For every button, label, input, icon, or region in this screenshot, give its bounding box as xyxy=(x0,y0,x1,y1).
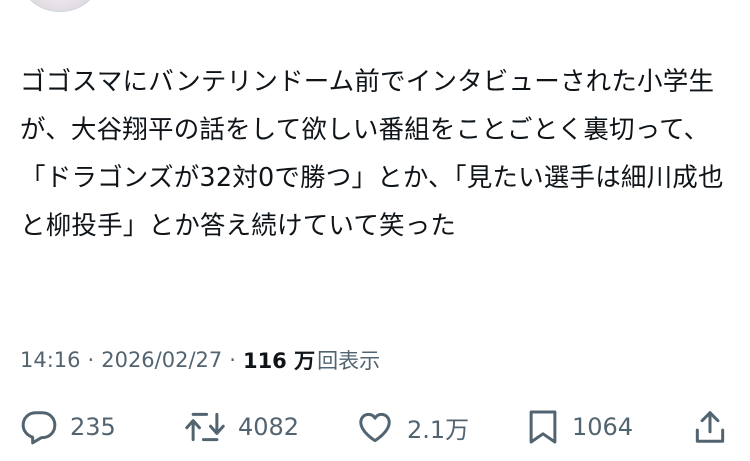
reply-count: 235 xyxy=(70,413,116,441)
bookmark-button[interactable]: 1064 xyxy=(526,404,633,450)
heart-icon xyxy=(355,408,395,446)
tweet-text: ゴゴスマにバンテリンドーム前でインタビューされた小学生が、大谷翔平の話をして欲し… xyxy=(20,67,724,241)
reply-button[interactable]: 235 xyxy=(20,404,116,450)
bookmark-icon xyxy=(526,408,560,446)
like-button[interactable]: 2.1万 xyxy=(355,404,469,450)
tweet-time[interactable]: 14:16 xyxy=(20,348,81,372)
bookmark-count: 1064 xyxy=(572,413,634,441)
views-count[interactable]: 116 万 xyxy=(243,345,315,375)
meta-separator: · xyxy=(229,348,236,372)
like-count: 2.1万 xyxy=(407,415,470,444)
share-icon xyxy=(692,408,728,446)
meta-separator: · xyxy=(87,348,95,372)
action-bar: 235 4082 2.1万 1064 xyxy=(0,400,750,456)
tweet-meta: 14:16 · 2026/02/27 · 116 万 回表示 xyxy=(20,342,380,378)
retweet-button[interactable]: 4082 xyxy=(184,404,299,450)
retweet-icon xyxy=(184,408,226,446)
share-button[interactable] xyxy=(692,404,728,450)
views-label: 回表示 xyxy=(317,349,381,373)
reply-icon xyxy=(20,408,58,446)
tweet-date[interactable]: 2026/02/27 xyxy=(101,348,222,372)
avatar[interactable] xyxy=(22,0,98,12)
retweet-count: 4082 xyxy=(238,413,300,441)
